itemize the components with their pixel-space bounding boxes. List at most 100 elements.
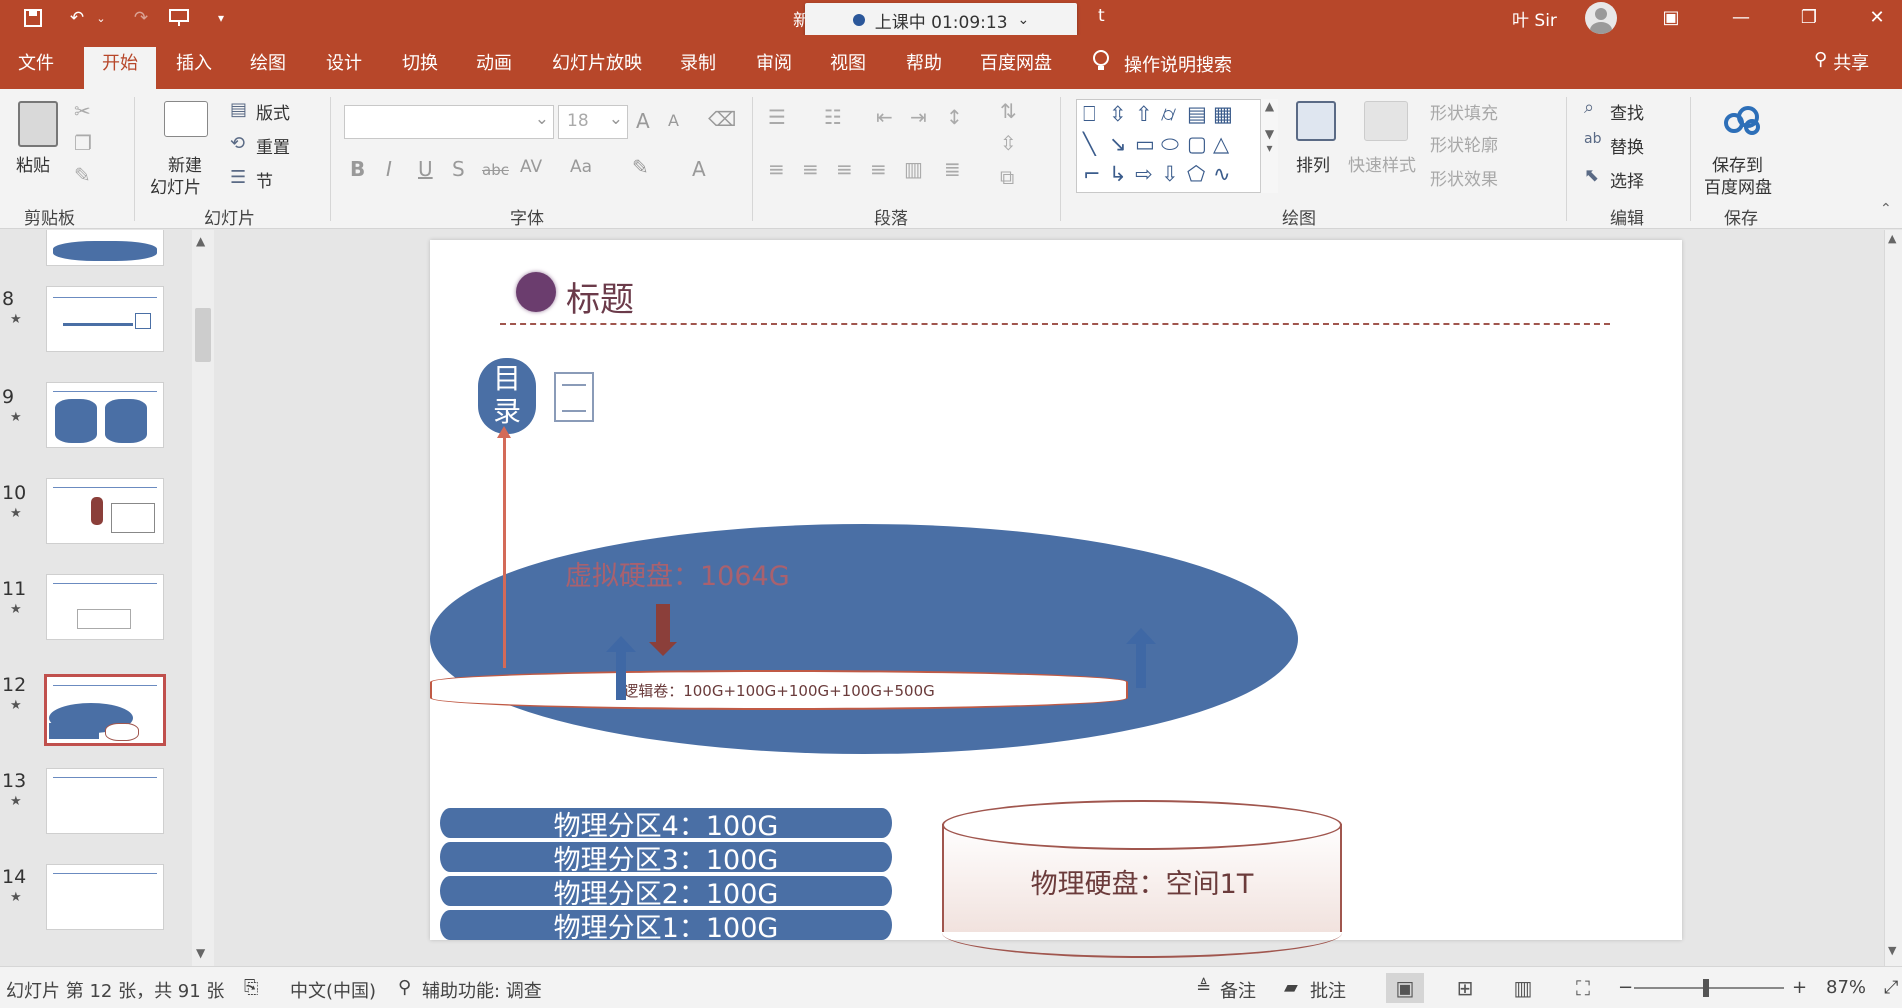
virtual-disk-shape[interactable] (430, 524, 1298, 754)
zoom-level[interactable]: 87% (1826, 977, 1866, 998)
tab-home[interactable]: 开始 (84, 47, 156, 89)
connector-shape-icon[interactable]: ⌐ (1083, 162, 1101, 186)
shapes-gallery[interactable]: ⎕ ⇳ ⇧ ⌭ ▤ ▦ ╲ ↘ ▭ ⬭ ▢ △ ⌐ ↳ ⇨ ⇩ ⬠ ∿ (1076, 99, 1278, 193)
partition-1[interactable]: 物理分区1：100G (440, 910, 892, 944)
partition-3[interactable]: 物理分区3：100G (440, 842, 892, 876)
minimize-button[interactable]: — (1718, 2, 1764, 32)
maximize-button[interactable]: ❐ (1786, 2, 1832, 32)
freeform-shape-icon[interactable]: ⬠ (1187, 162, 1205, 186)
format-painter-icon[interactable]: ✎ (74, 163, 91, 187)
justify-icon[interactable]: ≡ (870, 157, 887, 181)
present-icon[interactable] (166, 6, 192, 30)
thumbnail-slide-8[interactable] (46, 286, 164, 352)
help-search[interactable]: 操作说明搜索 (1092, 49, 1232, 78)
curve-shape-icon[interactable]: ∿ (1213, 162, 1231, 186)
shape-fill-button[interactable]: 形状填充 (1430, 99, 1498, 124)
line-shape-icon[interactable]: ╲ (1083, 132, 1096, 156)
save-icon[interactable] (20, 6, 46, 30)
paste-icon[interactable] (18, 101, 58, 147)
partitions-up-arrow-shaft[interactable] (616, 650, 626, 700)
arrange-icon[interactable] (1296, 101, 1336, 141)
language-indicator[interactable]: 中文(中国) (290, 977, 376, 1003)
mount-arrow-line[interactable] (503, 436, 506, 668)
rounded-rect-shape-icon[interactable]: ▢ (1187, 132, 1207, 156)
replace-icon[interactable]: ab (1584, 131, 1601, 147)
align-center-icon[interactable]: ≡ (802, 157, 819, 181)
slide-sorter-view-button[interactable]: ⊞ (1446, 973, 1484, 1003)
ribbon-display-options-icon[interactable]: ▣ (1648, 2, 1694, 32)
partition-2[interactable]: 物理分区2：100G (440, 876, 892, 910)
paste-button[interactable]: 粘贴 (16, 151, 50, 176)
zoom-in-button[interactable]: + (1792, 977, 1807, 998)
scroll-down-icon[interactable]: ▼ (196, 946, 205, 960)
undo-icon[interactable]: ↶ (64, 6, 90, 30)
triangle-shape-icon[interactable]: △ (1213, 132, 1229, 156)
current-slide[interactable]: 标题 目 录 虚拟硬盘：1064G 逻辑卷：100G+100G+100G+100… (430, 240, 1682, 958)
clear-format-icon[interactable]: ⌫ (708, 107, 736, 131)
copy-icon[interactable]: ❐ (74, 131, 92, 155)
thumbnails-scrollbar[interactable]: ▲ ▼ (192, 230, 214, 966)
accessibility-status[interactable]: 辅助功能: 调查 (422, 977, 542, 1003)
select-cursor-icon[interactable]: ⬉ (1584, 165, 1599, 186)
align-text-icon[interactable]: ⇳ (1000, 131, 1017, 155)
tab-insert[interactable]: 插入 (176, 49, 212, 75)
align-right-icon[interactable]: ≡ (836, 157, 853, 181)
thumbnail-slide-9[interactable] (46, 382, 164, 448)
change-case-button[interactable]: Aa (570, 157, 592, 177)
vertical-text-shape-icon[interactable]: ▦ (1213, 102, 1233, 126)
find-button[interactable]: 查找 (1610, 99, 1644, 124)
layout-icon[interactable]: ▤ (230, 99, 247, 120)
collapse-ribbon-icon[interactable]: ⌃ (1880, 201, 1892, 217)
quick-styles-button[interactable]: 快速样式 (1348, 151, 1416, 176)
cylinder-shape-icon[interactable]: ⌭ (1161, 102, 1176, 127)
italic-button[interactable]: I (386, 157, 392, 181)
shape-effects-button[interactable]: 形状效果 (1430, 165, 1498, 190)
font-size-combobox[interactable]: 18 (558, 105, 628, 139)
tab-baidu-netdisk[interactable]: 百度网盘 (980, 49, 1052, 75)
disk-up-arrow-shaft[interactable] (1136, 642, 1146, 688)
bullets-icon[interactable]: ☰ (768, 105, 786, 129)
arrow-updown-shape-icon[interactable]: ⇳ (1109, 102, 1127, 126)
arrow-line-shape-icon[interactable]: ↘ (1109, 132, 1127, 156)
arrow-right-shape-icon[interactable]: ⇨ (1135, 162, 1153, 186)
directory-bubble[interactable]: 目 录 (478, 358, 536, 434)
align-left-icon[interactable]: ≡ (768, 157, 785, 181)
scroll-down-icon[interactable]: ▼ (1888, 944, 1896, 957)
arrow-down-shape-icon[interactable]: ⇩ (1161, 162, 1179, 186)
quick-styles-icon[interactable] (1364, 101, 1408, 141)
tab-record[interactable]: 录制 (680, 49, 716, 75)
section-icon[interactable]: ☰ (230, 167, 246, 188)
scroll-up-icon[interactable]: ▲ (1888, 232, 1896, 245)
thumbnail-slide-7[interactable] (46, 230, 164, 266)
chevron-down-icon[interactable]: ⌄ (1018, 12, 1030, 28)
grow-font-icon[interactable]: A (636, 109, 650, 133)
customize-qat-icon[interactable]: ▾ (214, 6, 228, 30)
increase-indent-icon[interactable]: ⇥ (910, 105, 927, 129)
textbox-shape-icon[interactable]: ⎕ (1083, 102, 1096, 127)
tab-file[interactable]: 文件 (18, 49, 54, 75)
thumbnail-slide-12[interactable] (44, 674, 166, 746)
thumbnail-slide-11[interactable] (46, 574, 164, 640)
shape-outline-button[interactable]: 形状轮廓 (1430, 131, 1498, 156)
line-spacing-icon[interactable]: ↕ (946, 105, 963, 129)
font-color-button[interactable]: A (692, 157, 706, 181)
search-icon[interactable]: ⌕ (1584, 97, 1594, 118)
user-name[interactable]: 叶 Sir (1512, 6, 1557, 31)
tab-animations[interactable]: 动画 (476, 49, 512, 75)
comments-button[interactable]: 批注 (1310, 977, 1346, 1003)
shrink-font-icon[interactable]: A (668, 111, 679, 130)
zoom-slider[interactable] (1634, 987, 1784, 989)
numbering-icon[interactable]: ☷ (824, 105, 842, 129)
underline-button[interactable]: U (418, 157, 433, 181)
tab-draw[interactable]: 绘图 (250, 49, 286, 75)
cut-icon[interactable]: ✂ (74, 99, 91, 123)
arrange-button[interactable]: 排列 (1296, 151, 1330, 176)
reading-view-button[interactable]: ▥ (1504, 973, 1542, 1003)
tab-design[interactable]: 设计 (326, 49, 362, 75)
editor-vertical-scrollbar[interactable]: ▲ ▼ (1884, 230, 1902, 966)
zoom-out-button[interactable]: − (1618, 977, 1633, 998)
notes-button[interactable]: 备注 (1220, 977, 1256, 1003)
document-icon[interactable] (554, 372, 594, 422)
virtual-disk-label[interactable]: 虚拟硬盘：1064G (565, 554, 790, 593)
tab-transitions[interactable]: 切换 (402, 49, 438, 75)
